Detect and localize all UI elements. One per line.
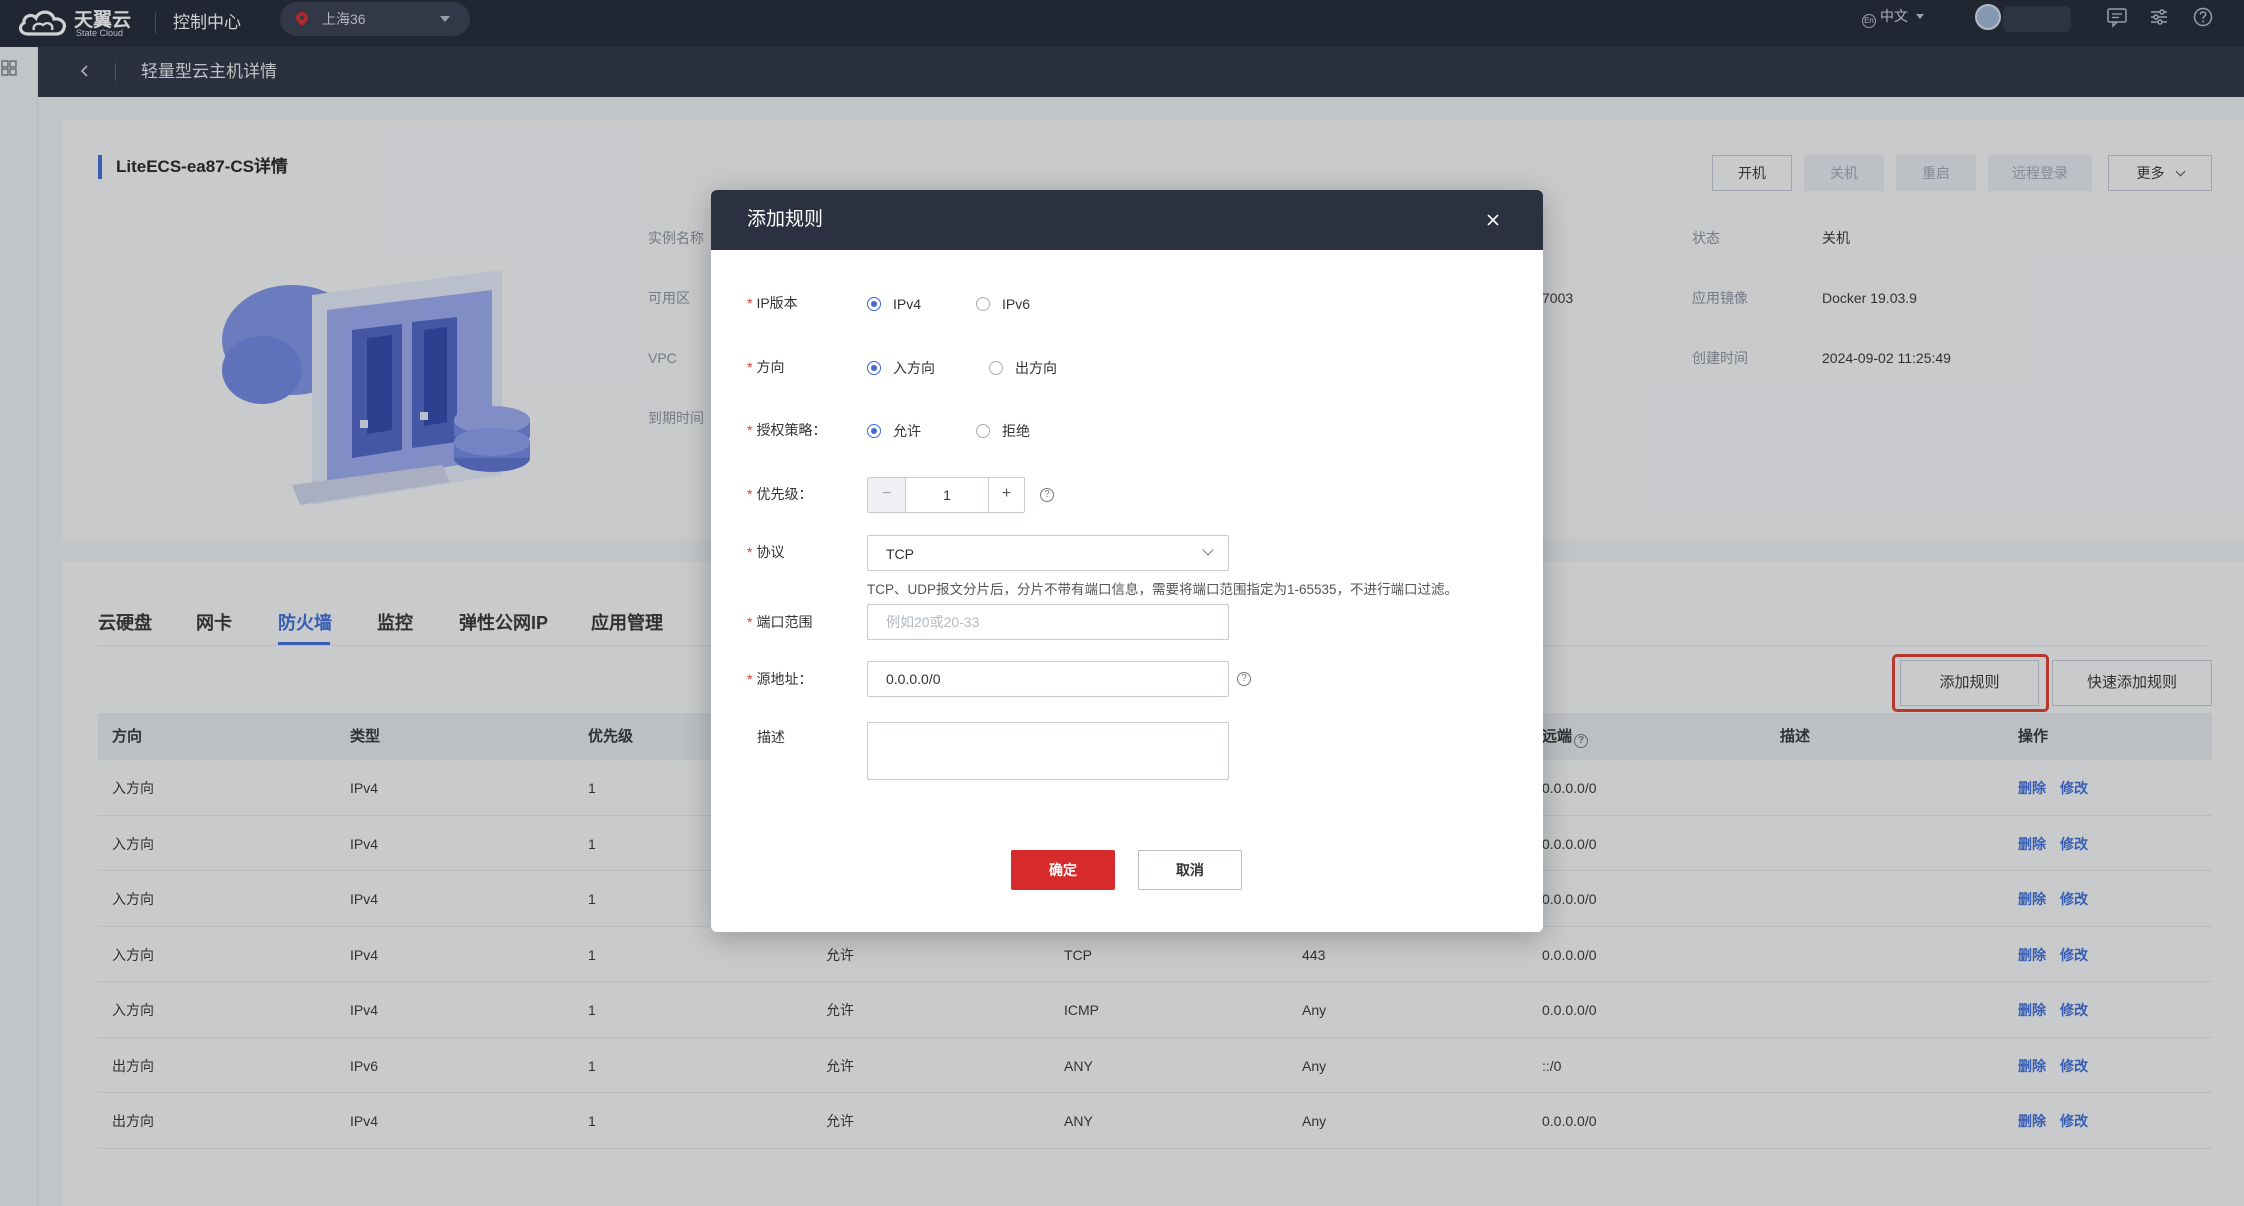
- radio-outbound-label: 出方向: [1015, 360, 1057, 376]
- source-address-input[interactable]: [867, 661, 1229, 697]
- help-circle-icon[interactable]: ?: [1040, 488, 1054, 502]
- radio-unselected-icon: [989, 361, 1003, 375]
- radio-deny-label: 拒绝: [1002, 423, 1030, 439]
- priority-value[interactable]: 1: [906, 478, 988, 512]
- radio-unselected-icon: [976, 424, 990, 438]
- help-circle-icon[interactable]: ?: [1237, 672, 1251, 686]
- close-icon[interactable]: [1483, 210, 1503, 230]
- protocol-value: TCP: [886, 546, 914, 562]
- confirm-button[interactable]: 确定: [1011, 850, 1115, 890]
- policy-label-text: 授权策略：: [756, 422, 827, 438]
- cancel-button[interactable]: 取消: [1138, 850, 1242, 890]
- ip-version-label-text: IP版本: [756, 295, 798, 311]
- priority-stepper[interactable]: − 1 +: [867, 477, 1025, 513]
- port-range-label: * 端口范围: [747, 612, 812, 632]
- radio-ipv4[interactable]: IPv4: [867, 294, 921, 314]
- required-mark: *: [747, 359, 753, 375]
- description-label: 描述: [757, 729, 785, 745]
- radio-selected-icon: [867, 297, 881, 311]
- radio-selected-icon: [867, 424, 881, 438]
- source-address-label: * 源地址：: [747, 669, 812, 689]
- policy-label: * 授权策略：: [747, 420, 826, 440]
- add-rule-dialog: 添加规则 * IP版本 IPv4 IPv6 * 方向 入方向 出方向 * 授权策略： …: [711, 190, 1543, 932]
- priority-label-text: 优先级：: [756, 486, 813, 502]
- protocol-label-text: 协议: [756, 544, 785, 560]
- radio-deny[interactable]: 拒绝: [976, 421, 1030, 441]
- required-mark: *: [747, 671, 753, 687]
- radio-ipv4-label: IPv4: [893, 296, 922, 312]
- radio-inbound[interactable]: 入方向: [867, 358, 935, 378]
- required-mark: *: [747, 422, 753, 438]
- required-mark: *: [747, 544, 753, 560]
- protocol-select[interactable]: TCP: [867, 535, 1229, 571]
- protocol-label: * 协议: [747, 542, 784, 562]
- radio-selected-icon: [867, 361, 881, 375]
- radio-inbound-label: 入方向: [893, 360, 935, 376]
- radio-ipv6[interactable]: IPv6: [976, 294, 1030, 314]
- radio-allow-label: 允许: [893, 423, 921, 439]
- port-range-label-text: 端口范围: [756, 614, 813, 630]
- dialog-title: 添加规则: [747, 209, 824, 230]
- required-mark: *: [747, 614, 753, 630]
- chevron-down-icon: [1202, 544, 1214, 556]
- priority-label: * 优先级：: [747, 484, 812, 504]
- dialog-header: 添加规则: [711, 190, 1543, 250]
- plus-icon[interactable]: +: [988, 478, 1024, 512]
- ip-version-label: * IP版本: [747, 293, 798, 313]
- direction-label-text: 方向: [756, 359, 785, 375]
- source-address-label-text: 源地址：: [756, 671, 813, 687]
- port-range-input[interactable]: [867, 604, 1229, 640]
- description-textarea[interactable]: [867, 722, 1229, 780]
- radio-unselected-icon: [976, 297, 990, 311]
- direction-label: * 方向: [747, 357, 784, 377]
- minus-icon[interactable]: −: [868, 478, 906, 512]
- protocol-hint: TCP、UDP报文分片后，分片不带有端口信息，需要将端口范围指定为1-65535…: [867, 582, 1459, 597]
- radio-ipv6-label: IPv6: [1002, 296, 1031, 312]
- required-mark: *: [747, 295, 753, 311]
- radio-outbound[interactable]: 出方向: [989, 358, 1057, 378]
- radio-allow[interactable]: 允许: [867, 421, 921, 441]
- required-mark: *: [747, 486, 753, 502]
